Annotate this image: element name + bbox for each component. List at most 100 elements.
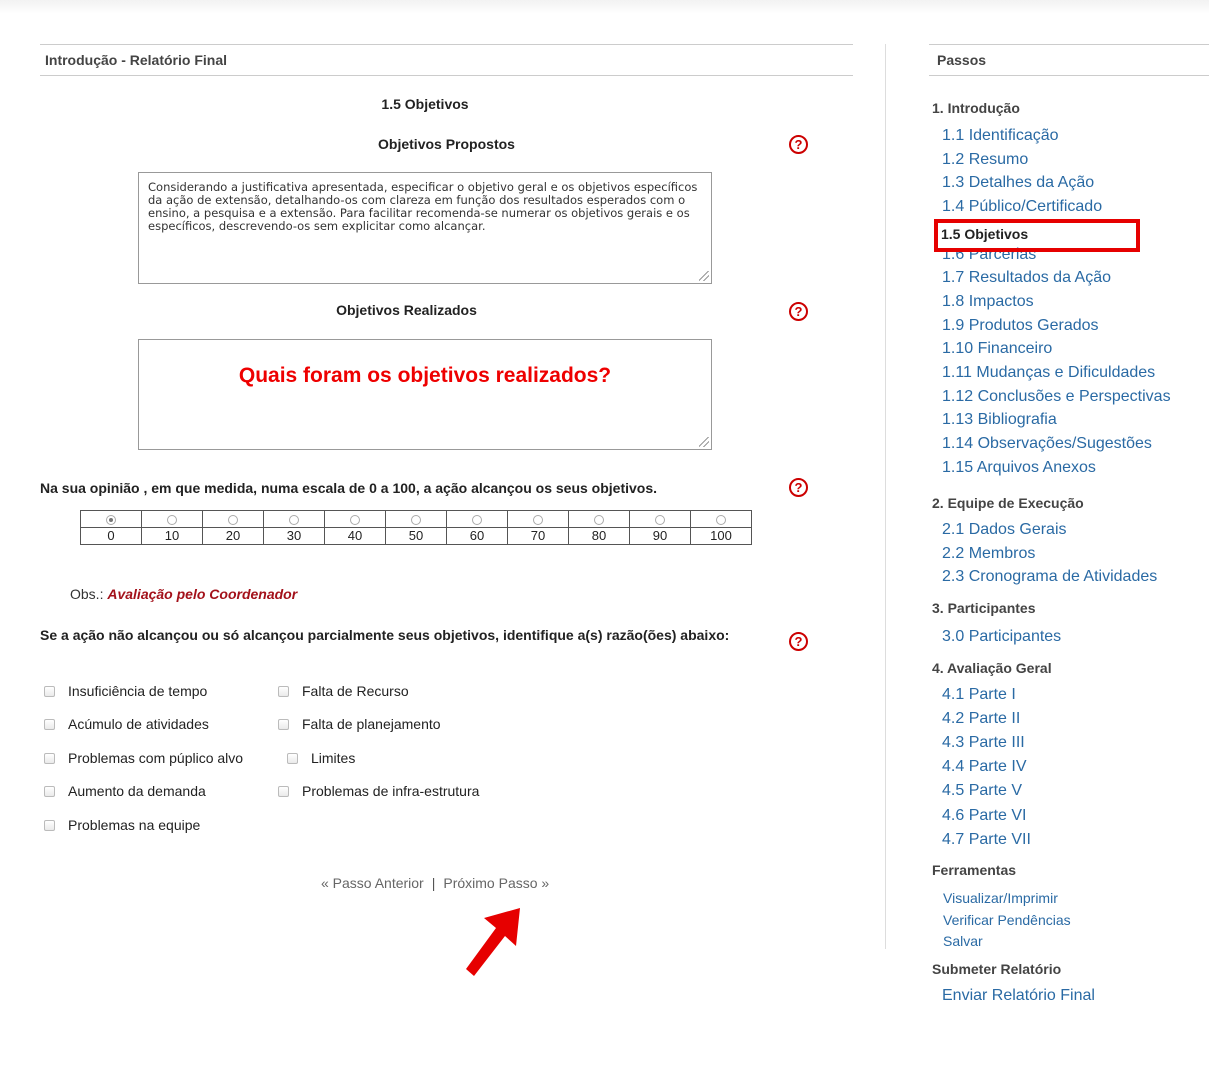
scale-label: 30 xyxy=(263,527,325,545)
section-title: 1.5 Objetivos xyxy=(381,96,469,112)
sidebar-group-label: 2. Equipe de Execução xyxy=(932,495,1084,511)
reason-label: Limites xyxy=(311,750,356,766)
reason-checkbox[interactable]: Problemas na equipe xyxy=(44,817,200,833)
obs-label: Obs.: xyxy=(70,586,104,602)
sidebar-link[interactable]: 1.1 Identificação xyxy=(942,127,1059,145)
sidebar-link[interactable]: 1.15 Arquivos Anexos xyxy=(942,459,1096,477)
sidebar-link[interactable]: Visualizar/Imprimir xyxy=(943,890,1058,906)
resize-grip-icon[interactable] xyxy=(699,437,709,447)
realized-objectives-textarea[interactable]: Quais foram os objetivos realizados? xyxy=(138,339,712,450)
sidebar-link[interactable]: 1.3 Detalhes da Ação xyxy=(942,174,1094,192)
radio-icon[interactable] xyxy=(350,514,360,525)
help-reasons-icon[interactable]: ? xyxy=(789,632,808,651)
reason-checkbox[interactable]: Problemas com púplico alvo xyxy=(44,750,243,766)
sidebar-link[interactable]: 1.8 Impactos xyxy=(942,293,1034,311)
help-scale-icon[interactable]: ? xyxy=(789,478,808,497)
arrow-shape xyxy=(466,908,520,976)
checkbox-icon[interactable] xyxy=(287,752,298,764)
sidebar-link[interactable]: 1.2 Resumo xyxy=(942,151,1028,169)
radio-icon[interactable] xyxy=(411,514,421,525)
next-step-link[interactable]: Próximo Passo » xyxy=(443,875,549,891)
reason-label: Falta de planejamento xyxy=(302,716,441,732)
reason-checkbox[interactable]: Insuficiência de tempo xyxy=(44,683,207,699)
reason-checkbox[interactable]: Problemas de infra-estrutura xyxy=(278,783,479,799)
reason-checkbox[interactable]: Falta de planejamento xyxy=(278,716,441,732)
radio-icon[interactable] xyxy=(655,514,665,525)
radio-icon[interactable] xyxy=(289,514,299,525)
sidebar-link[interactable]: 1.9 Produtos Gerados xyxy=(942,317,1099,335)
checkbox-icon[interactable] xyxy=(44,785,55,797)
checkbox-icon[interactable] xyxy=(44,752,55,764)
checkbox-icon[interactable] xyxy=(44,718,55,730)
checkbox-icon[interactable] xyxy=(278,785,289,797)
reason-label: Problemas na equipe xyxy=(68,817,201,833)
sidebar-link[interactable]: 1.14 Observações/Sugestões xyxy=(942,435,1152,453)
radio-icon[interactable] xyxy=(594,514,604,525)
scale-question: Na sua opinião , em que medida, numa esc… xyxy=(40,480,658,496)
radio-icon[interactable] xyxy=(228,514,238,525)
obs-value: Avaliação pelo Coordenador xyxy=(107,586,298,602)
scale-option-70[interactable] xyxy=(507,510,569,528)
sidebar-link[interactable]: 1.11 Mudanças e Dificuldades xyxy=(942,364,1155,382)
proposed-objectives-textarea[interactable]: Considerando a justificativa apresentada… xyxy=(138,172,712,284)
help-realized-icon[interactable]: ? xyxy=(789,302,808,321)
sidebar-link[interactable]: 1.10 Financeiro xyxy=(942,340,1052,358)
scale-label: 0 xyxy=(80,527,142,545)
scale-option-10[interactable] xyxy=(141,510,203,528)
checkbox-icon[interactable] xyxy=(278,718,289,730)
sidebar-link[interactable]: 4.1 Parte I xyxy=(942,686,1016,704)
sidebar-link[interactable]: 2.3 Cronograma de Atividades xyxy=(942,568,1157,586)
nav-separator: | xyxy=(431,875,436,891)
scale-option-50[interactable] xyxy=(385,510,447,528)
scale-option-40[interactable] xyxy=(324,510,386,528)
scale-option-90[interactable] xyxy=(629,510,691,528)
scale-option-20[interactable] xyxy=(202,510,264,528)
sidebar-link[interactable]: 3.0 Participantes xyxy=(942,628,1061,646)
sidebar-link[interactable]: 4.6 Parte VI xyxy=(942,807,1027,825)
scale-label: 60 xyxy=(446,527,508,545)
sidebar-link[interactable]: Verificar Pendências xyxy=(943,912,1071,928)
active-step-highlight xyxy=(934,219,1140,252)
radio-icon[interactable] xyxy=(533,514,543,525)
reason-checkbox[interactable]: Limites xyxy=(287,750,355,766)
main-panel: Introdução - Relatório Final xyxy=(40,44,853,76)
scale-option-30[interactable] xyxy=(263,510,325,528)
scale-option-100[interactable] xyxy=(690,510,752,528)
reason-checkbox[interactable]: Acúmulo de atividades xyxy=(44,716,209,732)
sidebar-link[interactable]: 4.3 Parte III xyxy=(942,734,1025,752)
checkbox-icon[interactable] xyxy=(44,685,55,697)
previous-step-link[interactable]: « Passo Anterior xyxy=(321,875,424,891)
sidebar-link[interactable]: 4.4 Parte IV xyxy=(942,758,1027,776)
sidebar-link[interactable]: 2.2 Membros xyxy=(942,545,1035,563)
radio-icon[interactable] xyxy=(167,514,177,525)
scale-label: 90 xyxy=(629,527,691,545)
radio-icon[interactable] xyxy=(716,514,726,525)
help-proposed-icon[interactable]: ? xyxy=(789,135,808,154)
checkbox-icon[interactable] xyxy=(278,685,289,697)
sidebar-link[interactable]: 1.4 Público/Certificado xyxy=(942,198,1102,216)
scale-label: 20 xyxy=(202,527,264,545)
sidebar-link[interactable]: 1.12 Conclusões e Perspectivas xyxy=(942,388,1171,406)
reason-checkbox[interactable]: Aumento da demanda xyxy=(44,783,206,799)
sidebar-link[interactable]: 1.13 Bibliografia xyxy=(942,411,1057,429)
sidebar-link[interactable]: 4.5 Parte V xyxy=(942,782,1022,800)
reason-checkbox[interactable]: Falta de Recurso xyxy=(278,683,409,699)
checkbox-icon[interactable] xyxy=(44,819,55,831)
sidebar-link[interactable]: 1.7 Resultados da Ação xyxy=(942,269,1111,287)
red-arrow-annotation xyxy=(466,908,520,976)
scale-option-0[interactable] xyxy=(80,510,142,528)
panel-title: Introdução - Relatório Final xyxy=(40,44,853,76)
sidebar-link[interactable]: Salvar xyxy=(943,933,983,949)
sidebar-link[interactable]: Enviar Relatório Final xyxy=(942,987,1095,1005)
scale-option-80[interactable] xyxy=(568,510,630,528)
scale-option-60[interactable] xyxy=(446,510,508,528)
sidebar-link[interactable]: 2.1 Dados Gerais xyxy=(942,521,1067,539)
realized-annotation: Quais foram os objetivos realizados? xyxy=(238,364,612,387)
sidebar-link[interactable]: 4.7 Parte VII xyxy=(942,831,1031,849)
sidebar-group-label: 4. Avaliação Geral xyxy=(932,660,1052,676)
resize-grip-icon[interactable] xyxy=(699,271,709,281)
scale-label: 40 xyxy=(324,527,386,545)
sidebar-link[interactable]: 4.2 Parte II xyxy=(942,710,1020,728)
radio-icon[interactable] xyxy=(472,514,482,525)
radio-icon[interactable] xyxy=(106,514,116,525)
